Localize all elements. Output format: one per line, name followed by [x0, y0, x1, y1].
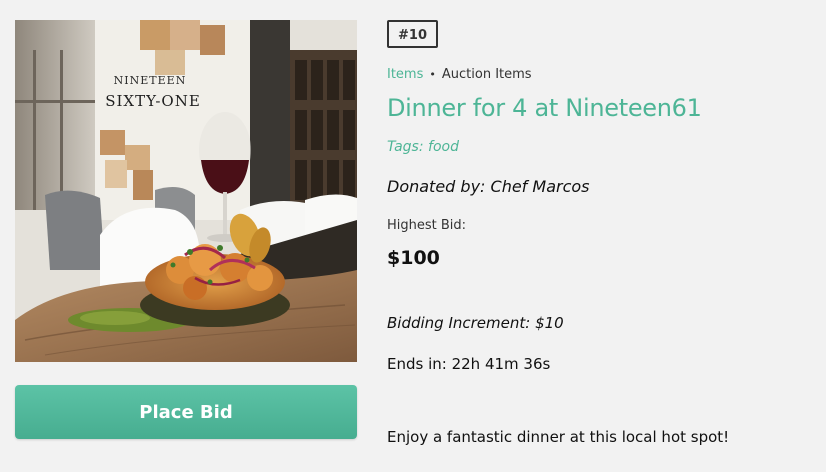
breadcrumb-current: Auction Items	[441, 67, 532, 82]
highest-bid-value: $100	[387, 247, 440, 269]
bidding-increment: Bidding Increment: $10	[387, 314, 564, 332]
donated-by: Donated by: Chef Marcos	[387, 177, 590, 196]
item-tags: Tags: food	[387, 139, 459, 155]
auction-countdown: Ends in: 22h 41m 36s	[387, 355, 551, 373]
auction-item-photo: NINETEEN SIXTY-ONE	[15, 20, 357, 362]
place-bid-button[interactable]: Place Bid	[15, 385, 357, 439]
item-title: Dinner for 4 at Nineteen61	[387, 94, 702, 122]
item-description: Enjoy a fantastic dinner at this local h…	[387, 428, 730, 446]
highest-bid-label: Highest Bid:	[387, 218, 467, 233]
breadcrumb-separator: •	[429, 68, 436, 81]
sign-line-1: NINETEEN	[114, 74, 187, 87]
breadcrumb-items-link[interactable]: Items	[387, 67, 423, 82]
sign-line-2: SIXTY-ONE	[105, 92, 201, 110]
breadcrumb: Items • Auction Items	[387, 67, 532, 82]
lot-number-badge: #10	[387, 20, 438, 48]
